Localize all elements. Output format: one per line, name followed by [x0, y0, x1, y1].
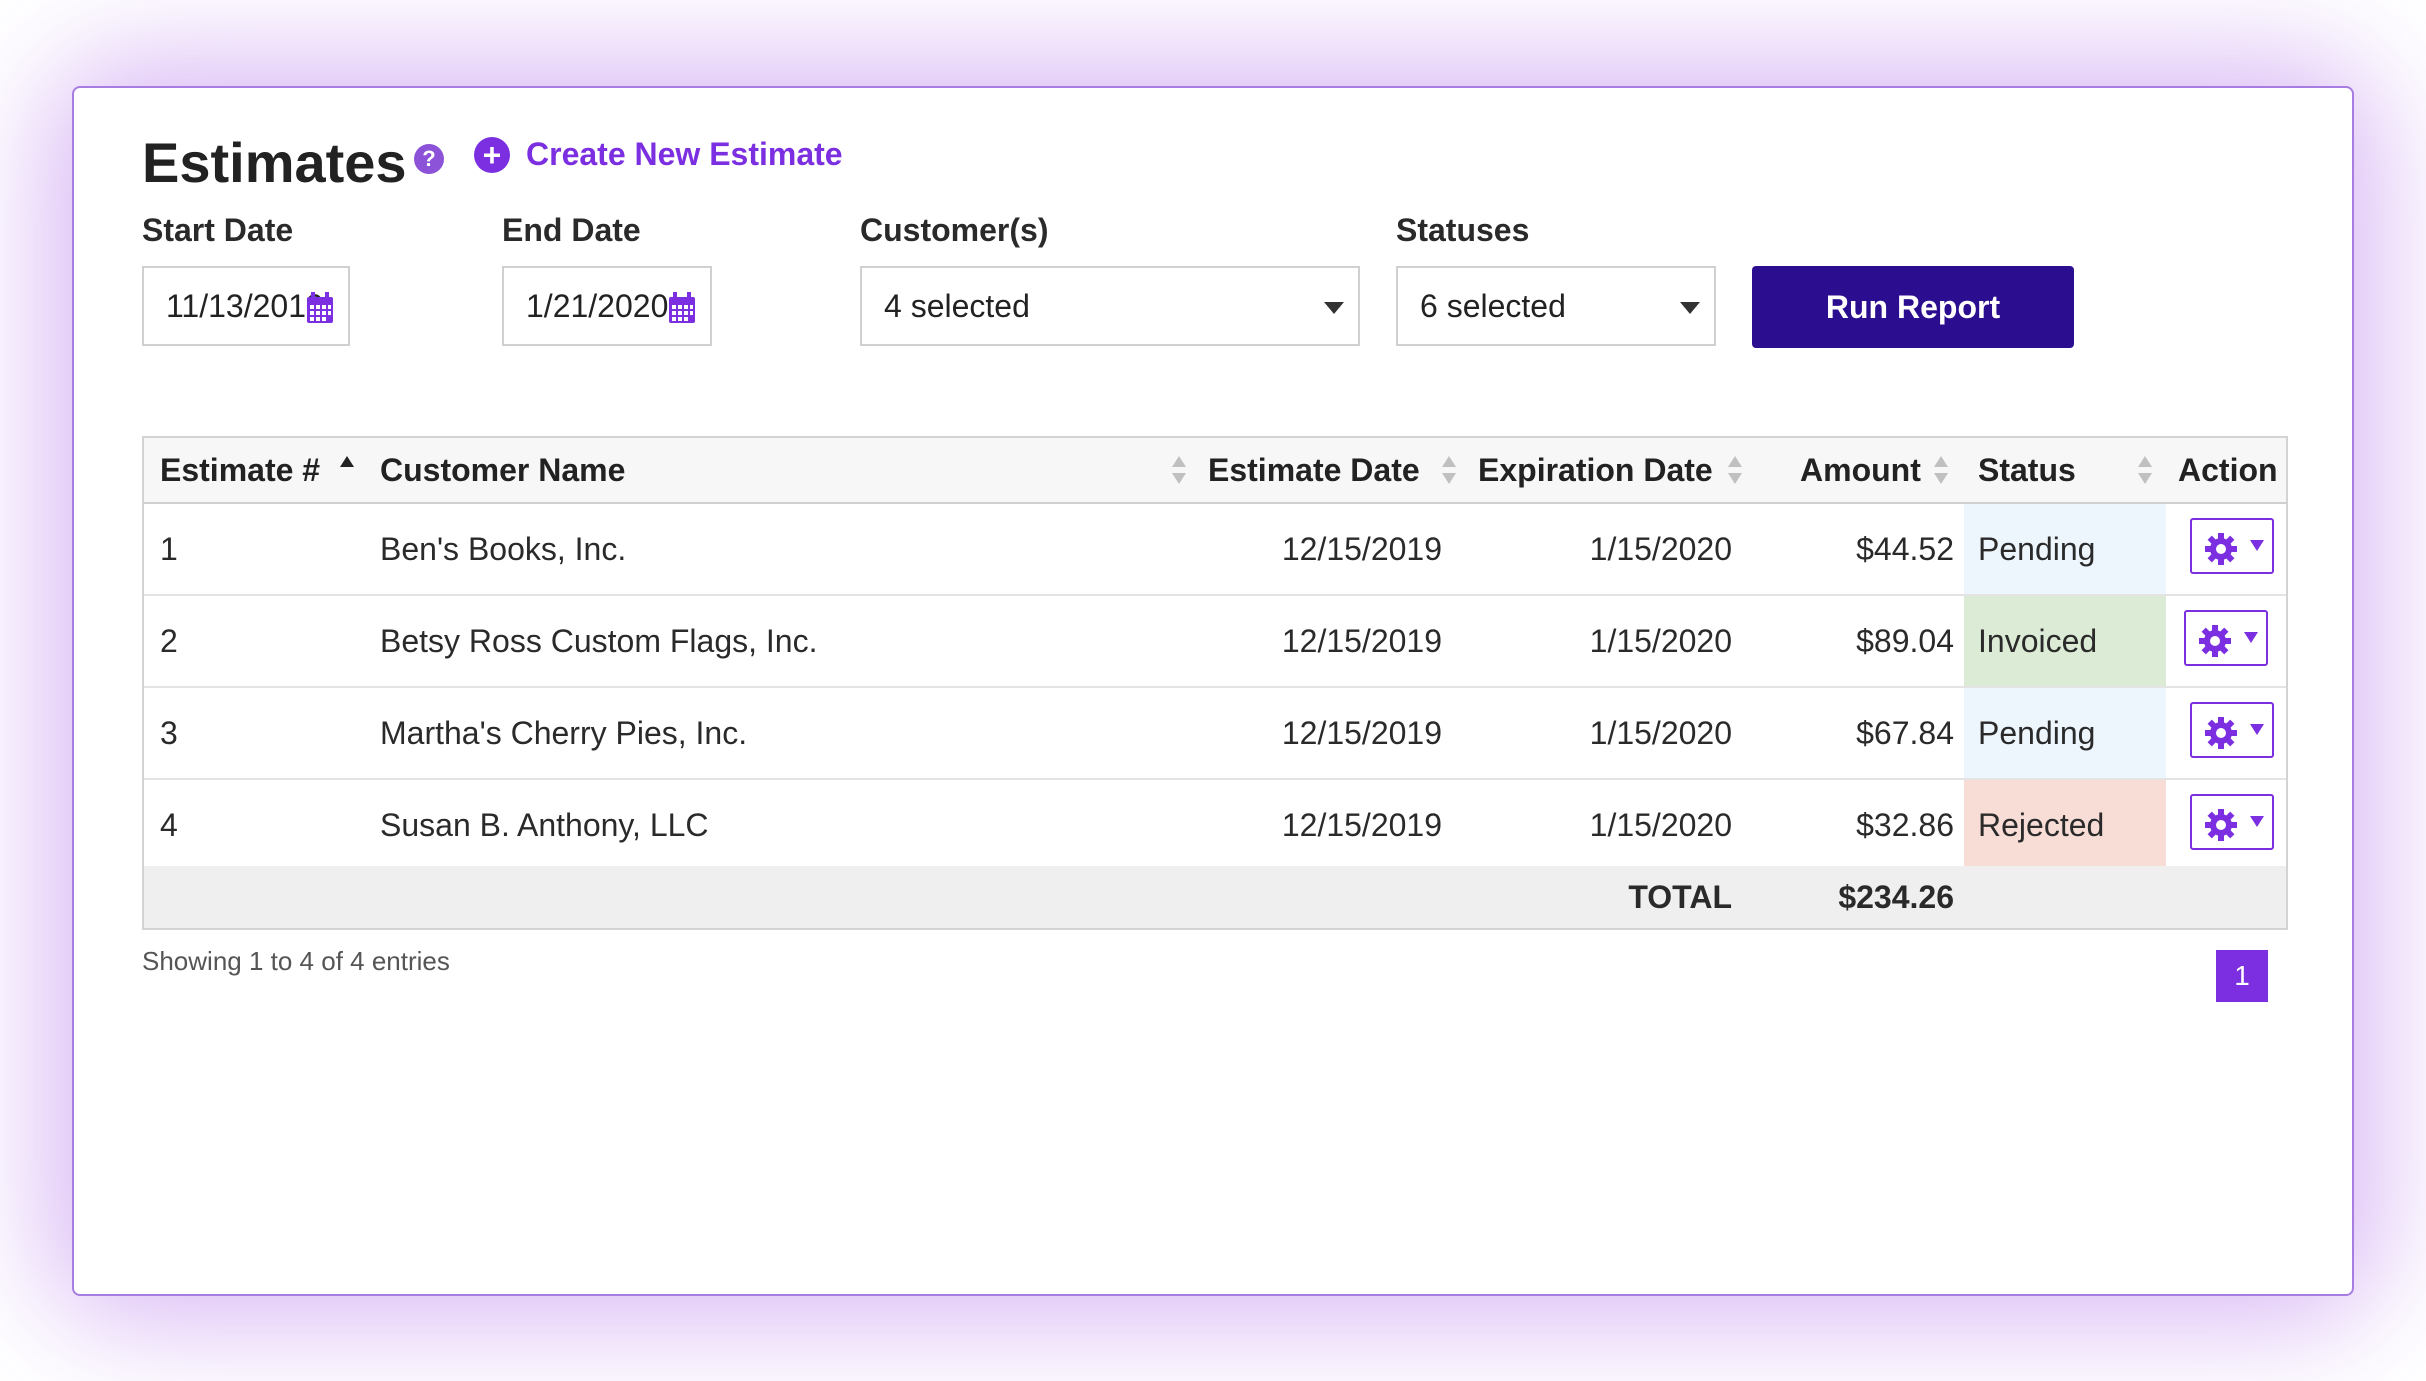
estimate-number: 1: [160, 531, 178, 567]
status-badge: Invoiced: [1964, 596, 2166, 686]
column-expiration-date[interactable]: Expiration Date: [1478, 438, 1713, 502]
amount: $32.86: [1856, 807, 1954, 843]
column-customer-name[interactable]: Customer Name: [380, 438, 625, 502]
amount: $89.04: [1856, 623, 1954, 659]
chevron-down-icon: [2244, 632, 2258, 643]
table-row: 4 Susan B. Anthony, LLC 12/15/2019 1/15/…: [144, 780, 2286, 872]
total-label: TOTAL: [1628, 879, 1732, 915]
estimate-number: 4: [160, 807, 178, 843]
calendar-icon[interactable]: [306, 292, 334, 324]
customers-select[interactable]: 4 selected: [860, 266, 1360, 346]
statuses-label: Statuses: [1396, 212, 1530, 248]
create-estimate-link[interactable]: + Create New Estimate: [474, 136, 843, 173]
column-estimate-number[interactable]: Estimate #: [160, 438, 320, 502]
sort-icon[interactable]: [1172, 456, 1186, 486]
estimates-table: Estimate # Customer Name Estimate Date E…: [142, 436, 2288, 930]
estimate-date: 12/15/2019: [1281, 807, 1442, 843]
customer-name: Ben's Books, Inc.: [380, 531, 627, 567]
chevron-down-icon: [2250, 816, 2264, 827]
statuses-select[interactable]: 6 selected: [1396, 266, 1716, 346]
table-row: 3 Martha's Cherry Pies, Inc. 12/15/2019 …: [144, 688, 2286, 780]
gear-icon: [2199, 625, 2231, 657]
table-header: Estimate # Customer Name Estimate Date E…: [144, 438, 2286, 504]
table-total-row: TOTAL $234.26: [144, 866, 2286, 928]
action-button[interactable]: [2190, 794, 2274, 850]
chevron-down-icon: [2250, 724, 2264, 735]
total-amount: $234.26: [1838, 879, 1954, 915]
end-date-input[interactable]: 1/21/2020: [502, 266, 712, 346]
end-date-label: End Date: [502, 212, 641, 248]
action-button[interactable]: [2184, 610, 2268, 666]
status-badge: Pending: [1964, 688, 2166, 778]
column-estimate-date[interactable]: Estimate Date: [1208, 438, 1420, 502]
column-action: Action: [2178, 452, 2278, 488]
gear-icon: [2205, 533, 2237, 565]
customers-label: Customer(s): [860, 212, 1049, 248]
plus-circle-icon: +: [474, 136, 510, 173]
gear-icon: [2205, 717, 2237, 749]
table-row: 1 Ben's Books, Inc. 12/15/2019 1/15/2020…: [144, 504, 2286, 596]
table-row: 2 Betsy Ross Custom Flags, Inc. 12/15/20…: [144, 596, 2286, 688]
column-amount[interactable]: Amount: [1800, 438, 1921, 502]
statuses-value: 6 selected: [1420, 288, 1566, 324]
estimate-date: 12/15/2019: [1281, 623, 1442, 659]
customers-value: 4 selected: [884, 288, 1030, 324]
action-button[interactable]: [2190, 518, 2274, 574]
caret-down-icon: [1324, 302, 1344, 314]
sort-ascending-icon[interactable]: [340, 456, 354, 486]
sort-icon[interactable]: [1934, 456, 1948, 486]
start-date-input[interactable]: 11/13/2019: [142, 266, 350, 346]
estimate-number: 3: [160, 715, 178, 751]
status-badge: Rejected: [1964, 780, 2166, 870]
sort-icon[interactable]: [1728, 456, 1742, 486]
sort-icon[interactable]: [2138, 456, 2152, 486]
customer-name: Betsy Ross Custom Flags, Inc.: [380, 623, 818, 659]
expiration-date: 1/15/2020: [1589, 807, 1732, 843]
expiration-date: 1/15/2020: [1589, 531, 1732, 567]
customer-name: Martha's Cherry Pies, Inc.: [380, 715, 748, 751]
column-status[interactable]: Status: [1978, 438, 2076, 502]
caret-down-icon: [1680, 302, 1700, 314]
create-estimate-label: Create New Estimate: [526, 136, 843, 172]
status-badge: Pending: [1964, 504, 2166, 594]
end-date-value: 1/21/2020: [526, 288, 669, 324]
estimates-card: Estimates ? + Create New Estimate Start …: [72, 86, 2354, 1296]
calendar-icon[interactable]: [668, 292, 696, 324]
pagination-page-1[interactable]: 1: [2216, 950, 2268, 1002]
start-date-value: 11/13/2019: [166, 288, 324, 324]
gear-icon: [2205, 809, 2237, 841]
action-button[interactable]: [2190, 702, 2274, 758]
estimate-date: 12/15/2019: [1281, 531, 1442, 567]
estimate-date: 12/15/2019: [1281, 715, 1442, 751]
entries-info: Showing 1 to 4 of 4 entries: [142, 946, 450, 976]
customer-name: Susan B. Anthony, LLC: [380, 807, 709, 843]
expiration-date: 1/15/2020: [1589, 715, 1732, 751]
amount: $67.84: [1856, 715, 1954, 751]
page-title: Estimates: [142, 131, 407, 194]
estimate-number: 2: [160, 623, 178, 659]
amount: $44.52: [1856, 531, 1954, 567]
expiration-date: 1/15/2020: [1589, 623, 1732, 659]
run-report-button[interactable]: Run Report: [1752, 266, 2074, 348]
question-circle-icon[interactable]: ?: [414, 144, 444, 174]
chevron-down-icon: [2250, 540, 2264, 551]
start-date-label: Start Date: [142, 212, 294, 248]
sort-icon[interactable]: [1442, 456, 1456, 486]
